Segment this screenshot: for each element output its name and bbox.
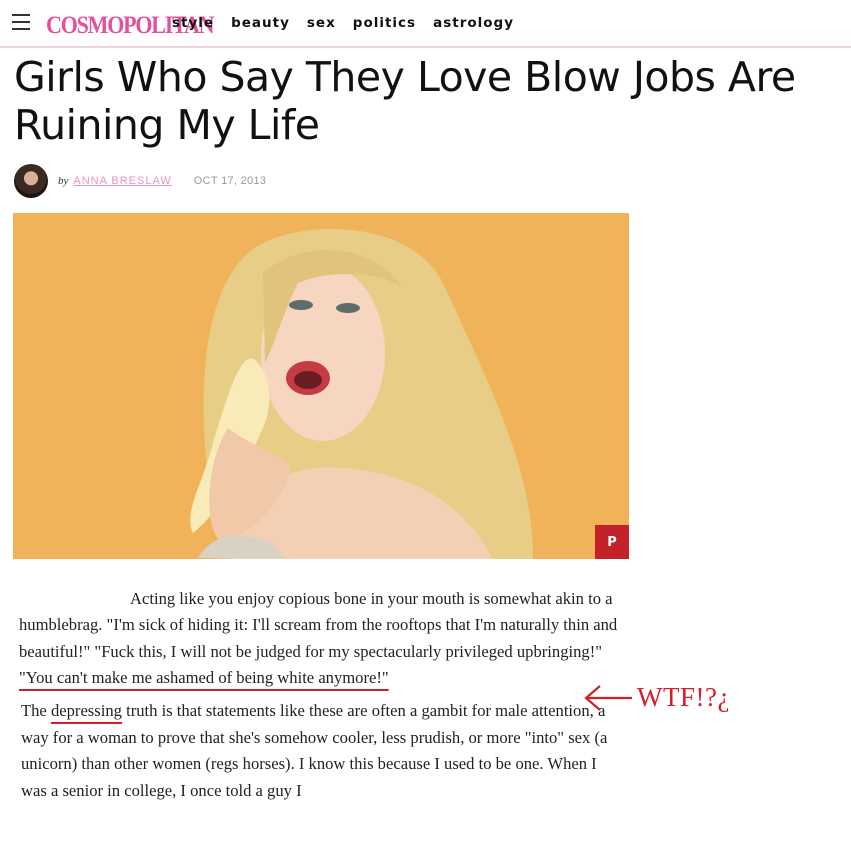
underlined-quote: "You can't make me ashamed of being whit… bbox=[19, 667, 389, 687]
menu-icon[interactable] bbox=[12, 14, 30, 30]
nav-link-politics[interactable]: politics bbox=[353, 15, 416, 31]
hero-image: P bbox=[13, 213, 629, 559]
paragraph-text: Acting like you enjoy copious bone in yo… bbox=[19, 589, 618, 661]
annotation-text: WTF!?¿ bbox=[637, 682, 730, 712]
handwritten-annotation: WTF!?¿ bbox=[582, 680, 752, 716]
site-header: COSMOPOLITAN style beauty sex politics a… bbox=[0, 0, 851, 48]
hero-illustration bbox=[190, 228, 533, 559]
article-body: Acting like you enjoy copious bone in yo… bbox=[19, 586, 619, 804]
nav-link-sex[interactable]: sex bbox=[307, 15, 336, 31]
left-arrow-icon bbox=[584, 685, 632, 711]
author-link[interactable]: ANNA BRESLAW bbox=[73, 175, 171, 187]
article-title: Girls Who Say They Love Blow Jobs Are Ru… bbox=[14, 53, 796, 149]
publish-date: OCT 17, 2013 bbox=[193, 175, 267, 187]
nav-link-style[interactable]: style bbox=[172, 15, 214, 31]
nav-link-beauty[interactable]: beauty bbox=[231, 15, 290, 31]
paragraph-text: The bbox=[21, 701, 51, 721]
underlined-word: depressing bbox=[50, 701, 122, 721]
byline-prefix: by bbox=[58, 175, 69, 187]
paragraph: The depressing truth is that statements … bbox=[21, 698, 619, 804]
byline: by ANNA BRESLAW OCT 17, 2013 bbox=[14, 163, 266, 199]
pinterest-button[interactable]: P bbox=[595, 525, 629, 559]
nav-link-astrology[interactable]: astrology bbox=[433, 15, 514, 31]
author-avatar[interactable] bbox=[14, 164, 48, 198]
paragraph: Acting like you enjoy copious bone in yo… bbox=[19, 586, 619, 691]
main-nav: style beauty sex politics astrology bbox=[172, 15, 514, 31]
